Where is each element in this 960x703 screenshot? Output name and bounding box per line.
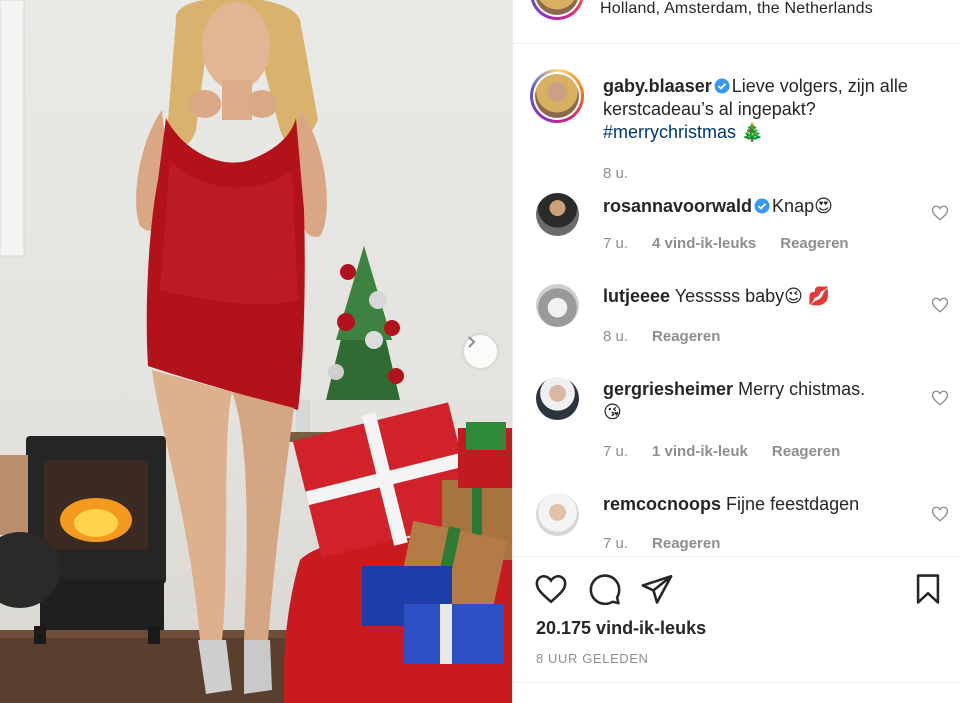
comment-icon[interactable] <box>588 572 622 606</box>
heart-icon[interactable] <box>534 572 568 606</box>
comment-likes[interactable]: 4 vind-ik-leuks <box>652 235 756 252</box>
comment-username[interactable]: lutjeeee <box>603 286 670 306</box>
comments-list: gaby.blaaser Lieve volgers, zijn alle ker… <box>513 45 960 555</box>
post-details-panel: Holland, Amsterdam, the Netherlands gaby… <box>512 0 960 703</box>
likes-count[interactable]: 20.175 vind-ik-leuks <box>536 618 706 639</box>
author-avatar[interactable] <box>530 69 584 123</box>
comment-time: 7 u. <box>603 235 629 252</box>
chevron-right-icon <box>468 336 476 348</box>
comment-meta: 7 u. 1 vind-ik-leuk Reageren <box>603 443 840 460</box>
reply-button[interactable]: Reageren <box>772 443 840 460</box>
comment-text: Knap😍 <box>772 196 833 216</box>
bookmark-icon[interactable] <box>911 572 945 606</box>
like-comment-heart-icon[interactable] <box>931 389 949 407</box>
comment-text: Merry chistmas. <box>738 379 866 399</box>
comment-time: 8 u. <box>603 328 629 345</box>
caption-username[interactable]: gaby.blaaser <box>603 76 712 96</box>
like-comment-heart-icon[interactable] <box>931 296 949 314</box>
commenter-avatar[interactable] <box>536 284 579 327</box>
comment-username[interactable]: gergriesheimer <box>603 379 733 399</box>
reply-button[interactable]: Reageren <box>652 535 720 552</box>
like-comment-heart-icon[interactable] <box>931 204 949 222</box>
comment-username[interactable]: remcocnoops <box>603 494 721 514</box>
comment-text: Fijne feestdagen <box>726 494 860 514</box>
share-icon[interactable] <box>640 572 674 606</box>
post-header: Holland, Amsterdam, the Netherlands <box>513 0 960 44</box>
comment-time: 7 u. <box>603 443 629 460</box>
comment-item: rosannavoorwald Knap😍 <box>603 195 923 218</box>
comment-username[interactable]: rosannavoorwald <box>603 196 752 216</box>
reply-button[interactable]: Reageren <box>652 328 720 345</box>
verified-badge-icon <box>714 78 730 94</box>
caption-time: 8 u. <box>603 165 629 182</box>
caption-hashtag[interactable]: #merrychristmas <box>603 122 736 142</box>
verified-badge-icon <box>754 198 770 214</box>
comment-meta: 7 u. 4 vind-ik-leuks Reageren <box>603 235 849 252</box>
comment-item: gergriesheimer Merry chistmas. 😘 <box>603 378 923 424</box>
caption-emoji: 🎄 <box>741 122 764 142</box>
commenter-avatar[interactable] <box>536 493 579 536</box>
author-avatar-small[interactable] <box>530 0 584 20</box>
commenter-avatar[interactable] <box>536 193 579 236</box>
comment-item: remcocnoops Fijne feestdagen <box>603 493 923 516</box>
post-timestamp: 8 UUR GELEDEN <box>536 651 649 666</box>
comment-text: Yesssss baby😉 💋 <box>674 286 831 306</box>
reply-button[interactable]: Reageren <box>780 235 848 252</box>
photo-illustration <box>0 0 512 703</box>
comment-meta: 8 u. Reageren <box>603 328 720 345</box>
comment-meta: 7 u. Reageren <box>603 535 720 552</box>
comment-emoji: 😘 <box>603 402 622 422</box>
post-actions: 20.175 vind-ik-leuks 8 UUR GELEDEN <box>513 556 960 703</box>
like-comment-heart-icon[interactable] <box>931 505 949 523</box>
divider <box>513 682 960 683</box>
comment-item: lutjeeee Yesssss baby😉 💋 <box>603 285 923 308</box>
location-link[interactable]: Holland, Amsterdam, the Netherlands <box>600 0 873 18</box>
next-image-button[interactable] <box>464 335 497 368</box>
caption: gaby.blaaser Lieve volgers, zijn alle ker… <box>603 75 923 144</box>
comment-likes[interactable]: 1 vind-ik-leuk <box>652 443 748 460</box>
comment-time: 7 u. <box>603 535 629 552</box>
post-photo <box>0 0 512 703</box>
commenter-avatar[interactable] <box>536 377 579 420</box>
